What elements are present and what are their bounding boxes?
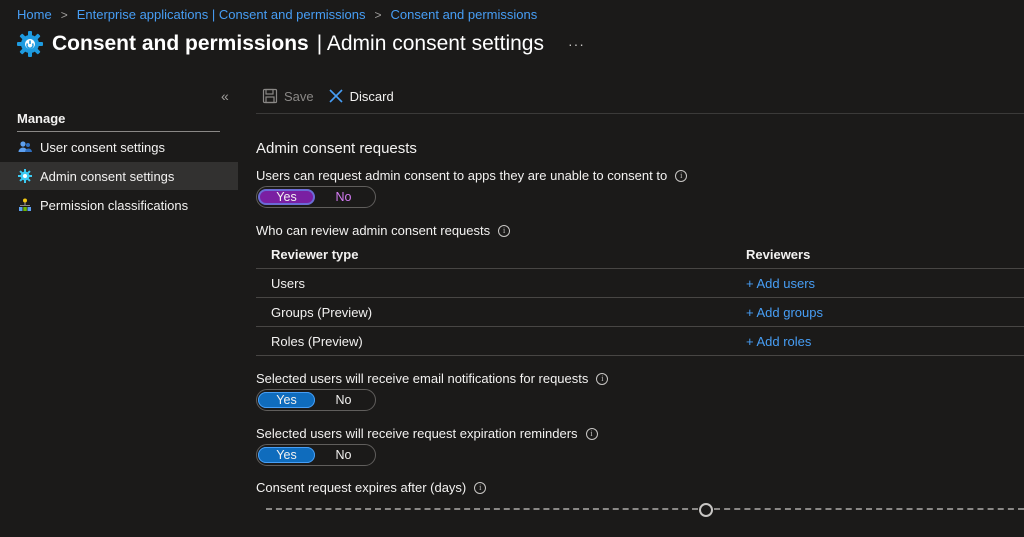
sidebar-item-permission-classifications[interactable]: Permission classifications <box>0 191 238 219</box>
toggle-no-option[interactable]: No <box>315 447 372 463</box>
divider <box>256 113 1024 114</box>
table-row: Groups (Preview) + Add groups <box>256 298 1024 327</box>
breadcrumb-consent-permissions[interactable]: Consent and permissions <box>391 7 538 22</box>
page-header: Consent and permissions | Admin consent … <box>16 30 585 58</box>
command-bar: Save Discard <box>262 88 408 104</box>
toggle-no-option[interactable]: No <box>315 189 372 205</box>
sidebar-item-user-consent-settings[interactable]: User consent settings <box>0 133 238 161</box>
sidebar-item-label: Permission classifications <box>40 197 189 213</box>
request-toggle[interactable]: Yes No <box>256 186 376 208</box>
toggle-yes-option[interactable]: Yes <box>258 189 315 205</box>
sidebar-item-label: User consent settings <box>40 139 166 155</box>
slider-track-filled <box>266 508 698 510</box>
sidebar-section-manage: Manage <box>17 111 66 126</box>
table-row: Roles (Preview) + Add roles <box>256 327 1024 356</box>
discard-label: Discard <box>349 88 394 104</box>
info-icon[interactable]: i <box>596 372 609 385</box>
expires-after-slider[interactable] <box>266 503 1024 517</box>
add-roles-link[interactable]: + Add roles <box>731 334 1024 349</box>
page-title: Consent and permissions <box>52 32 309 55</box>
save-icon <box>262 88 278 104</box>
sidebar-item-label: Admin consent settings <box>40 168 175 184</box>
expiration-reminders-label: Selected users will receive request expi… <box>256 426 598 441</box>
section-title: Admin consent requests <box>256 140 417 157</box>
chevron-right-icon: > <box>374 7 382 22</box>
breadcrumb-home[interactable]: Home <box>17 7 52 22</box>
add-users-link[interactable]: + Add users <box>731 276 1024 291</box>
expires-after-label: Consent request expires after (days) i <box>256 480 487 495</box>
hierarchy-icon <box>18 198 32 212</box>
reviewers-label-text: Who can review admin consent requests <box>256 223 491 238</box>
reviewers-label: Who can review admin consent requests i <box>256 223 511 238</box>
discard-button[interactable]: Discard <box>328 88 394 104</box>
divider <box>17 131 220 132</box>
more-options-icon[interactable]: ··· <box>568 36 585 52</box>
info-icon[interactable]: i <box>675 169 688 182</box>
page-subtitle: | Admin consent settings <box>316 32 544 55</box>
column-header-reviewers: Reviewers <box>746 246 811 262</box>
close-icon <box>328 88 344 104</box>
users-icon <box>18 140 32 154</box>
sidebar-item-admin-consent-settings[interactable]: Admin consent settings <box>0 162 238 190</box>
gear-icon <box>16 30 44 58</box>
add-groups-link[interactable]: + Add groups <box>731 305 1024 320</box>
toggle-no-option[interactable]: No <box>315 392 372 408</box>
save-button[interactable]: Save <box>262 88 314 104</box>
save-label: Save <box>284 88 314 104</box>
expires-label-text: Consent request expires after (days) <box>256 480 467 495</box>
reviewer-type-cell: Users <box>271 275 305 291</box>
email-label-text: Selected users will receive email notifi… <box>256 371 589 386</box>
request-setting-label: Users can request admin consent to apps … <box>256 168 688 183</box>
table-header: Reviewer type Reviewers <box>256 240 1024 269</box>
info-icon[interactable]: i <box>498 224 511 237</box>
toggle-yes-option[interactable]: Yes <box>258 447 315 463</box>
reviewers-table: Reviewer type Reviewers Users + Add user… <box>256 240 1024 356</box>
reviewer-type-cell: Groups (Preview) <box>271 304 373 320</box>
info-icon[interactable]: i <box>585 427 598 440</box>
collapse-sidebar-icon[interactable]: « <box>221 88 229 104</box>
reminder-label-text: Selected users will receive request expi… <box>256 426 578 441</box>
slider-track-empty <box>714 508 1024 510</box>
column-header-reviewer-type: Reviewer type <box>271 246 359 262</box>
info-icon[interactable]: i <box>474 481 487 494</box>
email-notifications-toggle[interactable]: Yes No <box>256 389 376 411</box>
toggle-yes-option[interactable]: Yes <box>258 392 315 408</box>
slider-thumb[interactable] <box>699 503 713 517</box>
breadcrumb-enterprise-apps[interactable]: Enterprise applications | Consent and pe… <box>77 7 366 22</box>
expiration-reminders-toggle[interactable]: Yes No <box>256 444 376 466</box>
breadcrumb: Home > Enterprise applications | Consent… <box>17 7 537 22</box>
table-row: Users + Add users <box>256 269 1024 298</box>
request-label-text: Users can request admin consent to apps … <box>256 168 668 183</box>
chevron-right-icon: > <box>60 7 68 22</box>
reviewer-type-cell: Roles (Preview) <box>271 333 363 349</box>
email-notifications-label: Selected users will receive email notifi… <box>256 371 609 386</box>
gear-icon <box>18 169 32 183</box>
